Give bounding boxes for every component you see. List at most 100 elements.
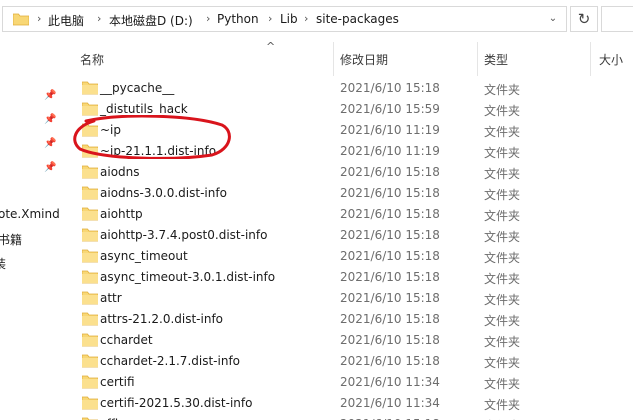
- file-type: 文件夹: [484, 377, 521, 391]
- folder-icon: [82, 291, 98, 305]
- pin-icon[interactable]: 📌: [44, 138, 56, 150]
- file-type: 文件夹: [484, 83, 521, 97]
- refresh-button[interactable]: ↻: [570, 6, 598, 32]
- chevron-right-icon[interactable]: ›: [206, 12, 210, 25]
- file-name[interactable]: attrs-21.2.0.dist-info: [100, 312, 223, 326]
- address-bar[interactable]: › 此电脑 › 本地磁盘D (D:) › Python › Lib › site…: [2, 6, 567, 32]
- folder-icon: [82, 249, 98, 263]
- file-name[interactable]: cchardet-2.1.7.dist-info: [100, 354, 240, 368]
- file-row[interactable]: aiodns 2021/6/10 15:18 文件夹: [68, 162, 633, 183]
- column-header-name[interactable]: 名称: [80, 51, 104, 68]
- pin-icon[interactable]: 📌: [44, 162, 56, 174]
- file-modified-date: 2021/6/10 15:18: [340, 249, 440, 263]
- pin-icon[interactable]: 📌: [44, 90, 56, 102]
- file-row[interactable]: attr 2021/6/10 15:18 文件夹: [68, 288, 633, 309]
- file-row[interactable]: __pycache__ 2021/6/10 15:18 文件夹: [68, 78, 633, 99]
- file-row[interactable]: certifi 2021/6/10 11:34 文件夹: [68, 372, 633, 393]
- crumb-site-packages[interactable]: site-packages: [316, 12, 399, 26]
- file-modified-date: 2021/6/10 11:19: [340, 144, 440, 158]
- file-name[interactable]: aiohttp: [100, 207, 143, 221]
- navigation-pane: 📌 📌 📌 📌 ote.Xmind 书籍 装: [0, 40, 68, 420]
- file-name[interactable]: aiodns: [100, 165, 140, 179]
- chevron-right-icon[interactable]: ›: [268, 12, 272, 25]
- folder-icon: [82, 354, 98, 368]
- crumb-lib[interactable]: Lib: [280, 12, 298, 26]
- file-name[interactable]: _distutils_hack: [100, 102, 188, 116]
- file-row[interactable]: async_timeout 2021/6/10 15:18 文件夹: [68, 246, 633, 267]
- file-modified-date: 2021/6/10 15:18: [340, 186, 440, 200]
- file-type: 文件夹: [484, 188, 521, 202]
- file-type: 文件夹: [484, 167, 521, 181]
- file-type: 文件夹: [484, 251, 521, 265]
- folder-icon: [82, 207, 98, 221]
- file-name[interactable]: __pycache__: [100, 81, 174, 95]
- nav-item-install[interactable]: 装: [0, 255, 6, 272]
- pin-icon[interactable]: 📌: [44, 114, 56, 126]
- file-name[interactable]: certifi-2021.5.30.dist-info: [100, 396, 252, 410]
- folder-icon: [82, 312, 98, 326]
- file-row[interactable]: certifi-2021.5.30.dist-info 2021/6/10 11:…: [68, 393, 633, 414]
- file-row[interactable]: aiohttp 2021/6/10 15:18 文件夹: [68, 204, 633, 225]
- file-row[interactable]: async_timeout-3.0.1.dist-info 2021/6/10 1…: [68, 267, 633, 288]
- folder-icon: [82, 375, 98, 389]
- file-name[interactable]: async_timeout: [100, 249, 188, 263]
- file-modified-date: 2021/6/10 15:18: [340, 354, 440, 368]
- file-modified-date: 2021/6/10 15:18: [340, 312, 440, 326]
- column-header-modified[interactable]: 修改日期: [340, 51, 388, 68]
- file-name[interactable]: ~ip-21.1.1.dist-info: [100, 144, 216, 158]
- file-type: 文件夹: [484, 230, 521, 244]
- file-row[interactable]: _distutils_hack 2021/6/10 15:59 文件夹: [68, 99, 633, 120]
- chevron-right-icon[interactable]: ›: [304, 12, 308, 25]
- folder-icon: [82, 165, 98, 179]
- chevron-down-icon[interactable]: ⌄: [544, 13, 562, 27]
- chevron-right-icon[interactable]: ›: [97, 12, 101, 25]
- file-modified-date: 2021/6/10 15:18: [340, 81, 440, 95]
- search-box[interactable]: [601, 6, 633, 32]
- file-row[interactable]: aiohttp-3.7.4.post0.dist-info 2021/6/10 1…: [68, 225, 633, 246]
- file-row[interactable]: ~ip-21.1.1.dist-info 2021/6/10 11:19 文件夹: [68, 141, 633, 162]
- file-row[interactable]: ~ip 2021/6/10 11:19 文件夹: [68, 120, 633, 141]
- column-header-size[interactable]: 大小: [599, 51, 623, 68]
- refresh-icon: ↻: [577, 10, 591, 28]
- sort-ascending-icon: ^: [266, 40, 276, 53]
- file-modified-date: 2021/6/10 11:34: [340, 375, 440, 389]
- file-row[interactable]: aiodns-3.0.0.dist-info 2021/6/10 15:18 文件夹: [68, 183, 633, 204]
- file-modified-date: 2021/6/10 15:18: [340, 333, 440, 347]
- file-row[interactable]: cchardet-2.1.7.dist-info 2021/6/10 15:18 文…: [68, 351, 633, 372]
- file-name[interactable]: aiodns-3.0.0.dist-info: [100, 186, 227, 200]
- column-divider[interactable]: [333, 42, 334, 76]
- folder-icon: [82, 396, 98, 410]
- file-modified-date: 2021/6/10 15:59: [340, 102, 440, 116]
- crumb-drive-d[interactable]: 本地磁盘D (D:): [109, 12, 193, 29]
- column-divider[interactable]: [590, 42, 591, 76]
- file-type: 文件夹: [484, 314, 521, 328]
- file-type: 文件夹: [484, 293, 521, 307]
- file-list: __pycache__ 2021/6/10 15:18 文件夹 _distutils_…: [68, 78, 633, 420]
- file-name[interactable]: cchardet: [100, 333, 153, 347]
- file-type: 文件夹: [484, 104, 521, 118]
- crumb-this-pc[interactable]: 此电脑: [48, 12, 84, 29]
- file-name[interactable]: aiohttp-3.7.4.post0.dist-info: [100, 228, 267, 242]
- folder-icon: [82, 81, 98, 95]
- file-type: 文件夹: [484, 209, 521, 223]
- file-name[interactable]: certifi: [100, 375, 135, 389]
- file-name[interactable]: async_timeout-3.0.1.dist-info: [100, 270, 275, 284]
- column-header-type[interactable]: 类型: [484, 51, 508, 68]
- folder-icon: [82, 270, 98, 284]
- file-type: 文件夹: [484, 356, 521, 370]
- file-type: 文件夹: [484, 272, 521, 286]
- file-name[interactable]: ~ip: [100, 123, 121, 137]
- file-row[interactable]: cffi2021/6/10 15:18文件夹: [68, 414, 633, 420]
- nav-item-xmind[interactable]: ote.Xmind: [0, 207, 60, 221]
- file-modified-date: 2021/6/10 15:18: [340, 165, 440, 179]
- column-divider[interactable]: [477, 42, 478, 76]
- crumb-python[interactable]: Python: [217, 12, 259, 26]
- file-modified-date: 2021/6/10 15:18: [340, 270, 440, 284]
- file-type: 文件夹: [484, 398, 521, 412]
- nav-item-books[interactable]: 书籍: [0, 231, 22, 248]
- file-name[interactable]: attr: [100, 291, 122, 305]
- folder-icon: [13, 13, 29, 26]
- file-row[interactable]: attrs-21.2.0.dist-info 2021/6/10 15:18 文件夹: [68, 309, 633, 330]
- file-row[interactable]: cchardet 2021/6/10 15:18 文件夹: [68, 330, 633, 351]
- chevron-right-icon[interactable]: ›: [37, 12, 41, 25]
